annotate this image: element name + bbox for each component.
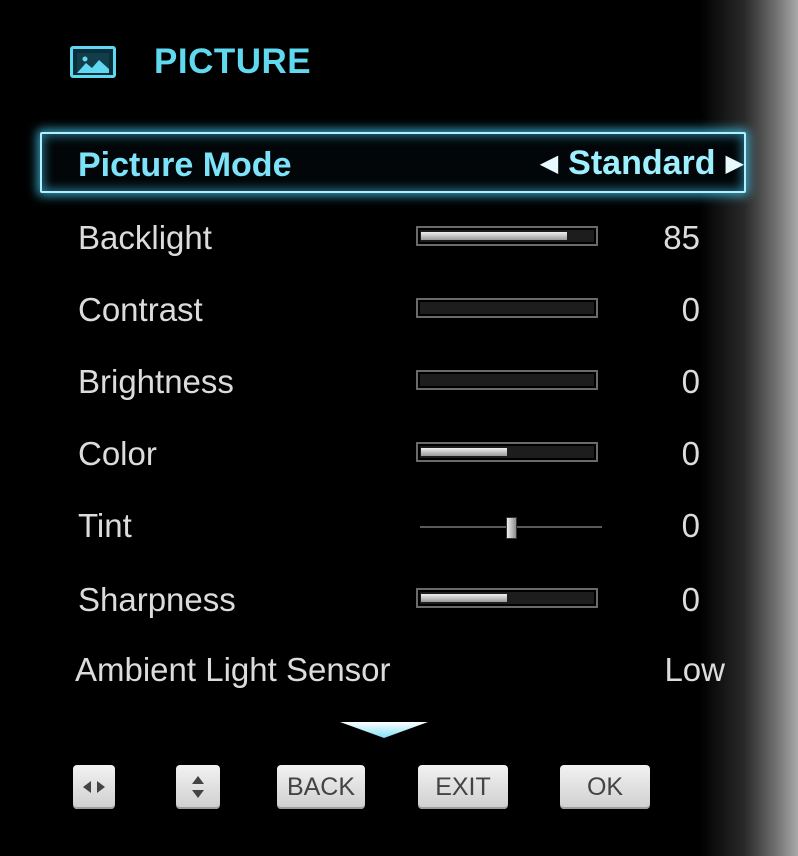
picture-settings-menu: PICTURE Picture Mode ◀ Standard ▶ Backli… xyxy=(0,0,798,856)
menu-header: PICTURE xyxy=(70,40,311,84)
tint-slider-knob[interactable] xyxy=(506,517,517,539)
picture-mode-selector[interactable]: ◀ Standard ▶ xyxy=(540,144,744,183)
setting-row-contrast[interactable]: Contrast 0 xyxy=(78,288,718,332)
arrow-left-icon[interactable]: ◀ xyxy=(540,145,558,183)
setting-row-color[interactable]: Color 0 xyxy=(78,432,718,476)
setting-value: 0 xyxy=(681,435,700,472)
setting-row-brightness[interactable]: Brightness 0 xyxy=(78,360,718,404)
picture-mode-row[interactable]: Picture Mode ◀ Standard ▶ xyxy=(40,132,746,193)
setting-row-sharpness[interactable]: Sharpness 0 xyxy=(78,578,718,622)
up-down-arrows-icon[interactable] xyxy=(176,765,220,809)
picture-mode-value: Standard xyxy=(568,144,716,182)
setting-row-ambient-light-sensor[interactable]: Ambient Light Sensor Low xyxy=(75,648,735,692)
setting-value: 0 xyxy=(681,291,700,328)
left-right-arrows-icon[interactable] xyxy=(73,765,115,809)
setting-label: Brightness xyxy=(78,363,234,400)
setting-value: Low xyxy=(664,651,725,688)
setting-row-backlight[interactable]: Backlight 85 xyxy=(78,216,718,260)
sharpness-level-bar[interactable] xyxy=(416,588,598,608)
ok-button[interactable]: OK xyxy=(560,765,650,809)
setting-label: Sharpness xyxy=(78,581,236,618)
color-level-bar[interactable] xyxy=(416,442,598,462)
picture-mode-label: Picture Mode xyxy=(78,146,292,184)
exit-button[interactable]: EXIT xyxy=(418,765,508,809)
backlight-level-bar[interactable] xyxy=(416,226,598,246)
setting-value: 85 xyxy=(663,219,700,256)
brightness-level-bar[interactable] xyxy=(416,370,598,390)
setting-label: Tint xyxy=(78,507,132,544)
setting-label: Contrast xyxy=(78,291,203,328)
contrast-level-bar[interactable] xyxy=(416,298,598,318)
setting-label: Ambient Light Sensor xyxy=(75,651,391,688)
setting-value: 0 xyxy=(681,363,700,400)
setting-label: Color xyxy=(78,435,157,472)
menu-title: PICTURE xyxy=(154,42,312,81)
setting-value: 0 xyxy=(681,581,700,618)
chevron-down-icon[interactable] xyxy=(338,718,430,745)
picture-icon xyxy=(70,46,116,78)
setting-label: Backlight xyxy=(78,219,212,256)
setting-row-tint[interactable]: Tint 0 xyxy=(78,504,718,548)
back-button[interactable]: BACK xyxy=(277,765,365,809)
setting-value: 0 xyxy=(681,507,700,544)
arrow-right-icon[interactable]: ▶ xyxy=(726,145,744,183)
